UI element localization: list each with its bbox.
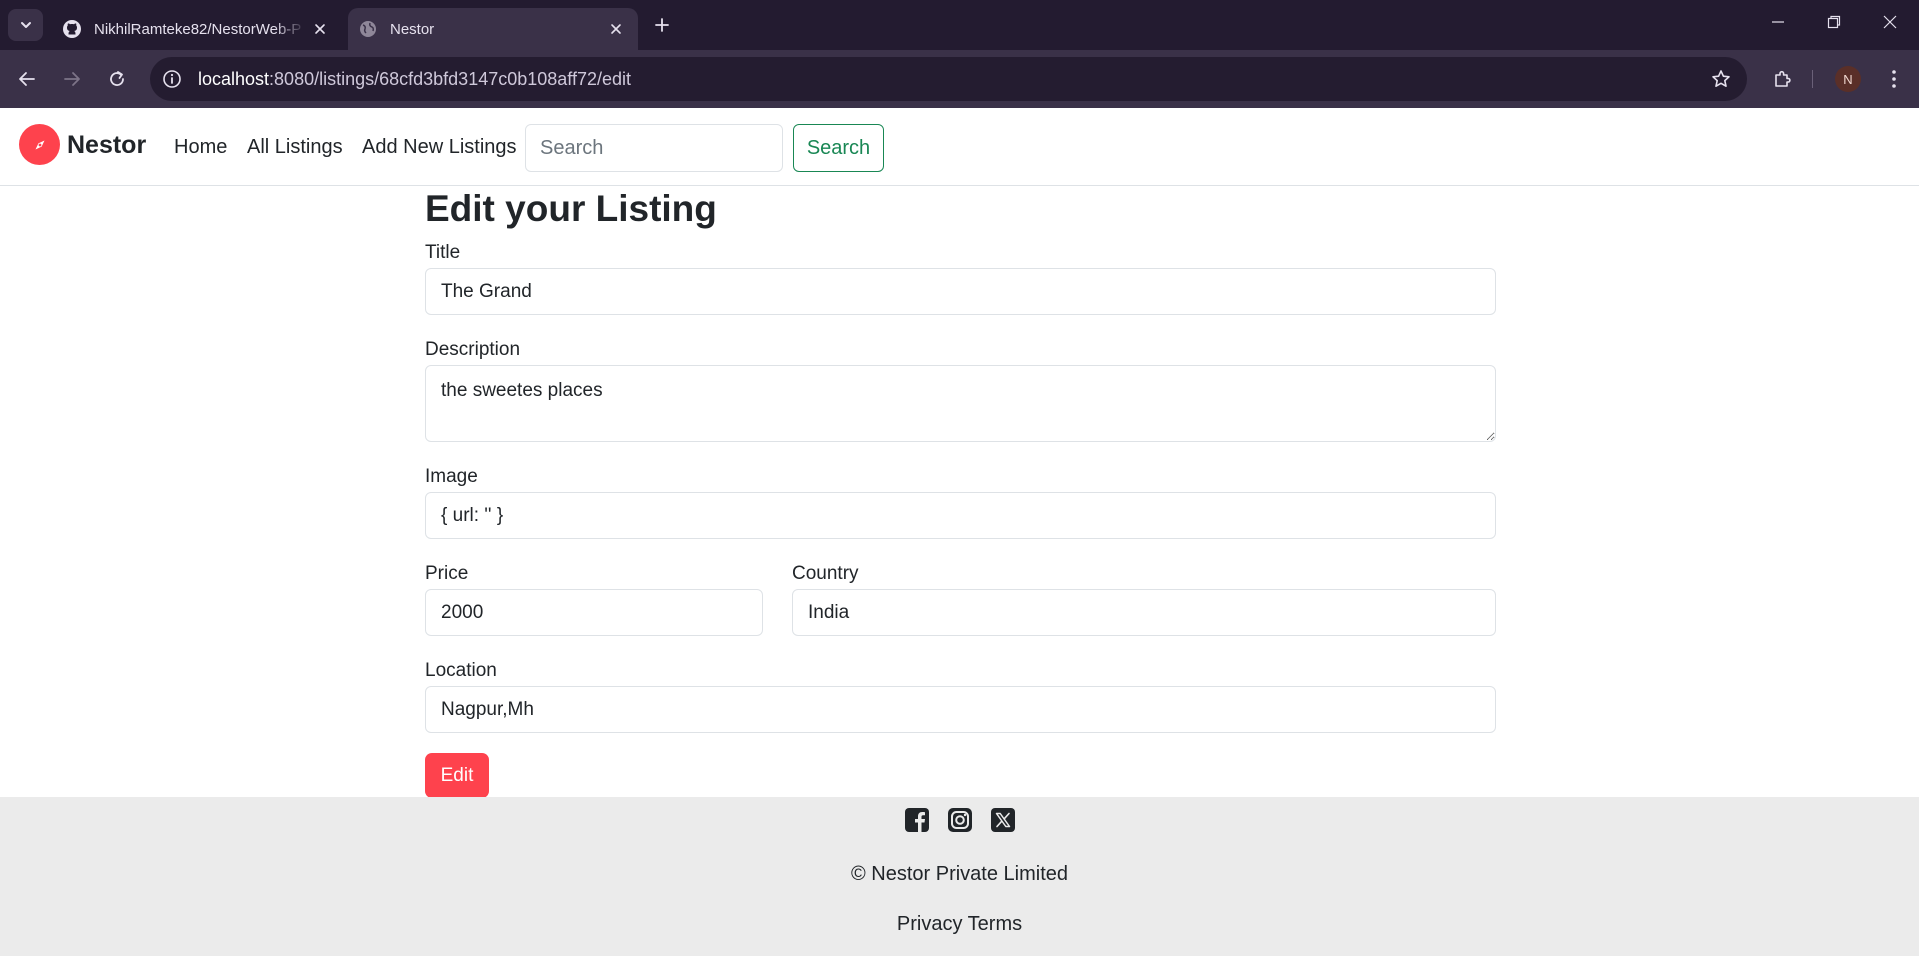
url-text: localhost:8080/listings/68cfd3bfd3147c0b… (198, 69, 631, 90)
close-tab-icon[interactable] (306, 15, 334, 43)
profile-avatar[interactable]: N (1835, 66, 1861, 92)
minimize-icon[interactable] (1750, 0, 1806, 44)
site-footer: © Nestor Private Limited Privacy Terms (0, 797, 1919, 956)
edit-submit-button[interactable]: Edit (425, 753, 489, 798)
site-info-icon[interactable] (160, 67, 184, 91)
browser-tab-bar: NikhilRamteke82/NestorWeb-P Nestor (0, 0, 1919, 50)
close-tab-icon[interactable] (602, 15, 630, 43)
address-bar[interactable]: localhost:8080/listings/68cfd3bfd3147c0b… (150, 57, 1747, 101)
compass-icon (19, 124, 60, 165)
reload-icon[interactable] (101, 63, 133, 95)
github-icon (62, 19, 82, 39)
title-label: Title (425, 242, 461, 263)
search-button[interactable]: Search (793, 124, 884, 172)
new-tab-icon[interactable] (648, 11, 676, 39)
price-field[interactable] (425, 589, 763, 636)
brand-name: Nestor (67, 131, 147, 159)
country-field[interactable] (792, 589, 1496, 636)
title-field[interactable] (425, 268, 1496, 315)
facebook-icon[interactable] (904, 807, 930, 833)
tab-search-button[interactable] (8, 9, 43, 41)
site-navbar: Nestor Home All Listings Add New Listing… (0, 108, 1919, 186)
forward-arrow-icon[interactable] (56, 63, 88, 95)
back-arrow-icon[interactable] (11, 63, 43, 95)
privacy-link[interactable]: Privacy (897, 913, 963, 935)
chevron-down-icon (20, 22, 31, 28)
tab-title: NikhilRamteke82/NestorWeb-P (94, 20, 302, 38)
bookmark-star-icon[interactable] (1709, 67, 1733, 91)
instagram-icon[interactable] (947, 807, 973, 833)
location-field[interactable] (425, 686, 1496, 733)
close-window-icon[interactable] (1862, 0, 1918, 44)
restore-icon[interactable] (1806, 0, 1862, 44)
nav-link-all-listings[interactable]: All Listings (247, 136, 343, 159)
brand-link[interactable]: Nestor (19, 124, 146, 165)
description-label: Description (425, 339, 521, 360)
extensions-icon[interactable] (1766, 63, 1798, 95)
browser-tab-nestor[interactable]: Nestor (348, 8, 638, 50)
globe-icon (358, 19, 378, 39)
url-path: :8080/listings/68cfd3bfd3147c0b108aff72/… (269, 68, 632, 89)
browser-tab-github[interactable]: NikhilRamteke82/NestorWeb-P (52, 8, 342, 50)
search-input[interactable] (525, 124, 783, 172)
nav-link-add-new-listings[interactable]: Add New Listings (362, 136, 517, 159)
location-label: Location (425, 660, 497, 681)
more-menu-icon[interactable] (1878, 63, 1910, 95)
page-title: Edit your Listing (425, 188, 717, 229)
social-links (904, 807, 1016, 833)
terms-link[interactable]: Terms (968, 913, 1022, 935)
price-label: Price (425, 563, 469, 584)
x-icon[interactable] (990, 807, 1016, 833)
copyright-text: © Nestor Private Limited (850, 863, 1069, 885)
image-field[interactable] (425, 492, 1496, 539)
browser-toolbar: localhost:8080/listings/68cfd3bfd3147c0b… (0, 50, 1919, 108)
tab-title: Nestor (390, 20, 435, 38)
image-label: Image (425, 466, 478, 487)
toolbar-divider (1812, 70, 1813, 88)
nav-link-home[interactable]: Home (174, 136, 227, 159)
country-label: Country (792, 563, 859, 584)
url-host: localhost (198, 68, 270, 89)
description-field[interactable]: the sweetes places (425, 365, 1496, 442)
footer-legal-links: Privacy Terms (0, 913, 1919, 936)
